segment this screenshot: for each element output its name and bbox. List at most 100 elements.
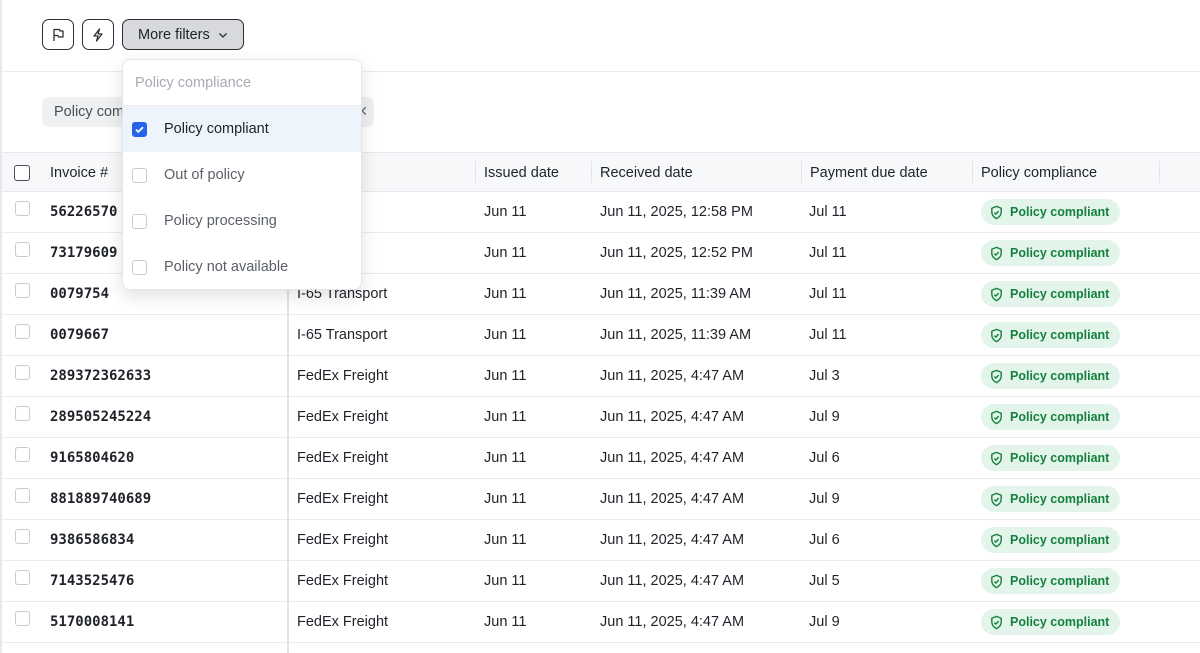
issued-date: Jun 11	[484, 614, 527, 630]
status-badge-label: Policy compliant	[1010, 533, 1110, 547]
status-badge-label: Policy compliant	[1010, 205, 1110, 219]
invoice-number[interactable]: 5170008141	[50, 602, 134, 642]
status-badge-label: Policy compliant	[1010, 574, 1110, 588]
row-checkbox[interactable]	[15, 405, 30, 421]
table-row[interactable]: 5170008141 FedEx Freight Jun 11 Jun 11, 202…	[2, 602, 1200, 643]
issued-date: Jun 11	[484, 573, 527, 589]
option-checkbox[interactable]	[132, 259, 147, 275]
row-checkbox[interactable]	[15, 528, 30, 544]
row-checkbox[interactable]	[15, 282, 30, 298]
status-badge: Policy compliant	[981, 322, 1121, 348]
lightning-filter-button[interactable]	[82, 19, 114, 50]
received-date: Jun 11, 2025, 12:52 PM	[600, 245, 753, 261]
payment-due-date: Jul 9	[809, 614, 840, 630]
status-badge-label: Policy compliant	[1010, 492, 1110, 506]
invoice-number[interactable]: 9165804620	[50, 438, 134, 478]
received-date: Jun 11, 2025, 4:47 AM	[600, 368, 745, 384]
more-filters-label: More filters	[138, 26, 210, 43]
status-badge: Policy compliant	[981, 363, 1121, 389]
invoice-number[interactable]: 73179609	[50, 233, 117, 273]
invoice-number[interactable]: 0079667	[50, 315, 109, 355]
invoice-number[interactable]: 289505245224	[50, 397, 151, 437]
policy-compliance-search-input[interactable]	[135, 74, 349, 91]
invoice-number[interactable]: 7143525476	[50, 561, 134, 601]
row-checkbox-cell	[15, 393, 30, 433]
table-row[interactable]: 881889740689 FedEx Freight Jun 11 Jun 11, 2…	[2, 479, 1200, 520]
dropdown-options: Policy compliant Out of policy Policy proc…	[123, 106, 361, 289]
table-row[interactable]: 9386586834 FedEx Freight Jun 11 Jun 11, 202…	[2, 520, 1200, 561]
issued-date: Jun 11	[484, 327, 527, 343]
status-badge-label: Policy compliant	[1010, 615, 1110, 629]
option-checkbox[interactable]	[132, 121, 147, 137]
row-checkbox[interactable]	[15, 610, 30, 626]
policy-status-cell: Policy compliant	[981, 233, 1121, 273]
table-row[interactable]: 0079667 I-65 Transport Jun 11 Jun 11, 2025,…	[2, 315, 1200, 356]
payment-due-date: Jul 6	[809, 532, 840, 548]
received-date: Jun 11, 2025, 11:39 AM	[600, 286, 752, 302]
dropdown-option[interactable]: Policy not available	[123, 244, 361, 289]
status-badge: Policy compliant	[981, 404, 1121, 430]
option-checkbox[interactable]	[132, 167, 147, 183]
invoice-number[interactable]: 289372362633	[50, 356, 151, 396]
status-badge-label: Policy compliant	[1010, 451, 1110, 465]
policy-status-cell: Policy compliant	[981, 274, 1121, 314]
policy-status-cell: Policy compliant	[981, 315, 1121, 355]
column-header-payment-due-date[interactable]: Payment due date	[810, 153, 928, 192]
status-badge-label: Policy compliant	[1010, 287, 1110, 301]
table-row[interactable]: 9165804620 FedEx Freight Jun 11 Jun 11, 202…	[2, 438, 1200, 479]
row-checkbox-cell	[15, 598, 30, 638]
received-date: Jun 11, 2025, 12:58 PM	[600, 204, 753, 220]
flag-filter-button[interactable]	[42, 19, 74, 50]
carrier-name: FedEx Freight	[297, 491, 389, 507]
dropdown-option[interactable]: Policy processing	[123, 198, 361, 244]
row-checkbox[interactable]	[15, 200, 30, 216]
issued-date: Jun 11	[484, 450, 527, 466]
select-all-checkbox[interactable]	[14, 164, 30, 181]
status-badge: Policy compliant	[981, 445, 1121, 471]
issued-date: Jun 11	[484, 286, 527, 302]
issued-date: Jun 11	[484, 368, 527, 384]
invoice-number[interactable]: 0079754	[50, 274, 109, 314]
more-filters-button[interactable]: More filters	[122, 19, 244, 50]
shield-check-icon	[989, 287, 1004, 302]
invoice-number[interactable]: 56226570	[50, 192, 117, 232]
invoice-number[interactable]: 881889740689	[50, 479, 151, 519]
carrier-name: FedEx Freight	[297, 532, 389, 548]
received-date: Jun 11, 2025, 4:47 AM	[600, 573, 745, 589]
row-checkbox[interactable]	[15, 569, 30, 585]
column-header-policy-compliance[interactable]: Policy compliance	[981, 153, 1097, 192]
option-checkbox[interactable]	[132, 213, 147, 229]
status-badge: Policy compliant	[981, 609, 1121, 635]
carrier-name: FedEx Freight	[297, 573, 389, 589]
shield-check-icon	[989, 410, 1004, 425]
column-header-issued-date[interactable]: Issued date	[484, 153, 559, 192]
issued-date: Jun 11	[484, 409, 527, 425]
table-row[interactable]: 289372362633 FedEx Freight Jun 11 Jun 11, 2…	[2, 356, 1200, 397]
column-header-invoice[interactable]: Invoice #	[50, 153, 108, 192]
payment-due-date: Jul 3	[809, 368, 840, 384]
invoice-number[interactable]: 9386586834	[50, 520, 134, 560]
shield-check-icon	[989, 246, 1004, 261]
row-checkbox-cell	[15, 475, 30, 515]
policy-status-cell: Policy compliant	[981, 192, 1121, 232]
received-date: Jun 11, 2025, 4:47 AM	[600, 532, 745, 548]
status-badge: Policy compliant	[981, 240, 1121, 266]
row-checkbox[interactable]	[15, 241, 30, 257]
table-row[interactable]: 289505245224 FedEx Freight Jun 11 Jun 11, 2…	[2, 397, 1200, 438]
row-checkbox-cell	[15, 352, 30, 392]
row-checkbox-cell	[15, 516, 30, 556]
status-badge: Policy compliant	[981, 281, 1121, 307]
row-checkbox[interactable]	[15, 323, 30, 339]
payment-due-date: Jul 11	[809, 327, 847, 343]
row-checkbox[interactable]	[15, 364, 30, 380]
table-row[interactable]: 7143525476 FedEx Freight Jun 11 Jun 11, 202…	[2, 561, 1200, 602]
row-checkbox[interactable]	[15, 446, 30, 462]
column-separator	[972, 161, 973, 183]
row-checkbox[interactable]	[15, 487, 30, 503]
received-date: Jun 11, 2025, 4:47 AM	[600, 450, 745, 466]
column-header-received-date[interactable]: Received date	[600, 153, 693, 192]
row-checkbox-cell	[15, 188, 30, 228]
received-date: Jun 11, 2025, 4:47 AM	[600, 614, 745, 630]
dropdown-option[interactable]: Policy compliant	[123, 106, 361, 152]
dropdown-option[interactable]: Out of policy	[123, 152, 361, 198]
